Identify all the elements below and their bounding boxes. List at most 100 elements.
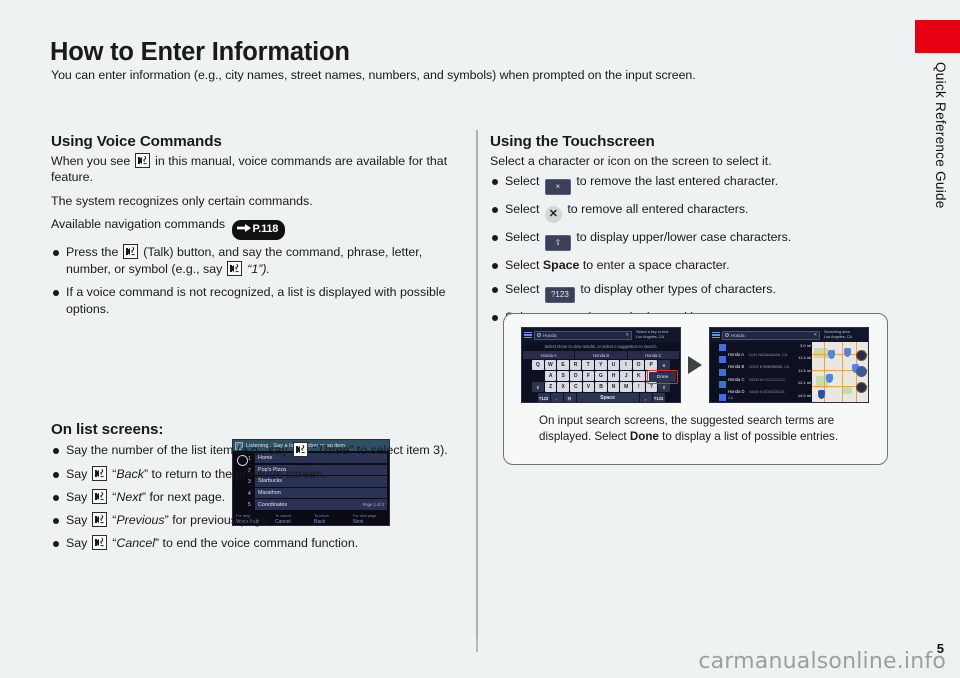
page-reference-badge[interactable]: P.118 (231, 220, 286, 240)
tb3-b: to enter a space character. (582, 258, 730, 273)
results-scroll-rail[interactable] (710, 342, 718, 402)
symbols-key-icon[interactable]: ?123 (537, 393, 550, 402)
key[interactable]: A (544, 371, 557, 381)
key[interactable]: I (620, 360, 632, 370)
key[interactable]: E (557, 360, 569, 370)
poi-distance: 12.1 mi (797, 380, 811, 386)
key[interactable]: U (607, 360, 620, 370)
done-button-highlight: Done (647, 370, 678, 384)
column-divider (476, 130, 478, 650)
key[interactable]: T (582, 360, 594, 370)
poi-distance: 3.0 mi (800, 343, 811, 348)
key[interactable]: G (595, 371, 607, 381)
list-item: Select × to remove the last entered char… (490, 173, 890, 196)
lb4-b: to end the voice command function. (162, 536, 359, 551)
hamburger-menu-icon[interactable] (712, 331, 720, 339)
list-screens-bullet-list: Say the number of the list item (e.g., s… (51, 442, 469, 552)
key[interactable]: Y (595, 360, 607, 370)
key[interactable]: O (632, 360, 645, 370)
lb1-a: Say (66, 466, 88, 481)
key[interactable]: P (645, 360, 657, 370)
bullet-2-text: If a voice command is not recognized, a … (66, 285, 446, 317)
voice-commands-para-1: When you see in this manual, voice comma… (51, 153, 469, 186)
search-meta: Select a key or text Los Angeles, CA (634, 330, 678, 339)
voice-commands-heading: Using Voice Commands (51, 133, 222, 150)
key[interactable]: S (557, 371, 570, 381)
list-item: Say “Previous” for previous page. (51, 512, 469, 529)
info-panel-caption: On input search screens, the suggested s… (539, 413, 869, 444)
key[interactable]: N (607, 382, 620, 392)
search-meta: Searching area Los Angeles, CA (822, 330, 866, 339)
lb0-a: Say the number of the list item (e.g., s… (66, 443, 288, 458)
backspace-key-icon[interactable]: ✕ (657, 360, 670, 370)
tb2-a: Select (505, 230, 540, 245)
globe-key-icon[interactable]: ☷ (563, 393, 576, 402)
key[interactable]: ! (632, 382, 645, 392)
key[interactable]: R (569, 360, 582, 370)
voice-command-icon (123, 243, 139, 259)
voice-command-icon (292, 442, 308, 458)
hamburger-menu-icon[interactable] (524, 331, 532, 339)
voice-command-icon (92, 535, 108, 551)
symbols-key-label: ?123 (550, 289, 569, 299)
period-key[interactable]: . (550, 393, 563, 402)
lb4-a: Say (66, 536, 88, 551)
arrow-right-icon (688, 356, 702, 374)
list-item[interactable]: Honda B 22222 B BBBBBBBB, CA 11.3 mi (719, 355, 811, 369)
poi-distance: 11.3 mi (798, 355, 811, 361)
search-meta-line2: Los Angeles, CA (824, 335, 853, 339)
clear-all-x-icon: ✕ (544, 206, 562, 224)
lb2-b: for next page. (149, 489, 226, 504)
done-button[interactable]: Done (649, 372, 676, 382)
list-item[interactable]: Honda A 11111 NAAAAAAAA, CA 3.0 mi (719, 343, 811, 357)
lb4-quote: Cancel (116, 536, 155, 551)
key[interactable]: Z (544, 382, 557, 392)
shift-key-label: ⇧ (554, 238, 562, 248)
symbols-key-icon-right[interactable]: ?123 (652, 393, 665, 402)
map-zoom-in-button[interactable] (856, 350, 867, 361)
key[interactable]: K (632, 371, 645, 381)
key[interactable]: F (582, 371, 595, 381)
clear-input-icon[interactable]: ✕ (813, 332, 817, 338)
list-item[interactable]: Honda D 44444 N DDDDDDDD, CA 12.1 mi (719, 380, 811, 394)
voice-command-icon (227, 260, 243, 276)
clear-input-icon[interactable]: ✕ (625, 332, 629, 338)
key[interactable]: M (620, 382, 632, 392)
list-item: Say “Next” for next page. (51, 488, 469, 506)
key[interactable]: V (582, 382, 595, 392)
voice-commands-para-2: The system recognizes only certain comma… (51, 193, 313, 208)
key[interactable]: C (570, 382, 582, 392)
search-input-value: Honda (543, 332, 557, 338)
poi-icon (719, 381, 726, 389)
footer-divider-tick (476, 638, 478, 652)
page-reference-label: P.118 (252, 223, 279, 236)
key[interactable]: J (620, 371, 632, 381)
list-item[interactable]: Honda E 55555 S EEEEEEEE, CA 14.9 mi (719, 393, 811, 402)
suggestion-item[interactable]: Honda A (523, 351, 575, 359)
key[interactable]: Q (532, 360, 544, 370)
suggestion-item[interactable]: Honda B (575, 351, 627, 359)
list-item: Select ⇧ to display upper/lower case cha… (490, 229, 890, 252)
keyboard-screenshot-header: Honda ✕ Select a key or text Los Angeles… (522, 328, 680, 342)
key[interactable]: D (570, 371, 582, 381)
search-input[interactable]: Honda ✕ (534, 330, 632, 340)
shift-key-icon[interactable]: ⇧ (531, 382, 544, 392)
search-input[interactable]: Honda ✕ (722, 330, 820, 340)
suggestion-item[interactable]: Honda C (627, 351, 679, 359)
map-view[interactable] (812, 342, 868, 402)
list-item[interactable]: Honda C 33333 W CCCCCCCC, CA 11.5 mi (719, 368, 811, 400)
space-key[interactable]: Space (576, 393, 639, 402)
results-screenshot-header: Honda ✕ Searching area Los Angeles, CA (710, 328, 868, 342)
comma-key[interactable]: , (639, 393, 652, 402)
key[interactable]: W (544, 360, 557, 370)
lb0-quote: Three (316, 443, 350, 458)
map-layer-button[interactable] (856, 366, 867, 377)
map-recenter-button[interactable] (856, 382, 867, 393)
list-item: Say “Back” to return to the previous scr… (51, 465, 469, 483)
voice-command-icon (92, 488, 108, 504)
key[interactable]: B (595, 382, 607, 392)
manual-page: Quick Reference Guide How to Enter Infor… (0, 0, 960, 678)
tb0-a: Select (505, 174, 540, 189)
key[interactable]: X (557, 382, 570, 392)
key[interactable]: H (607, 371, 620, 381)
